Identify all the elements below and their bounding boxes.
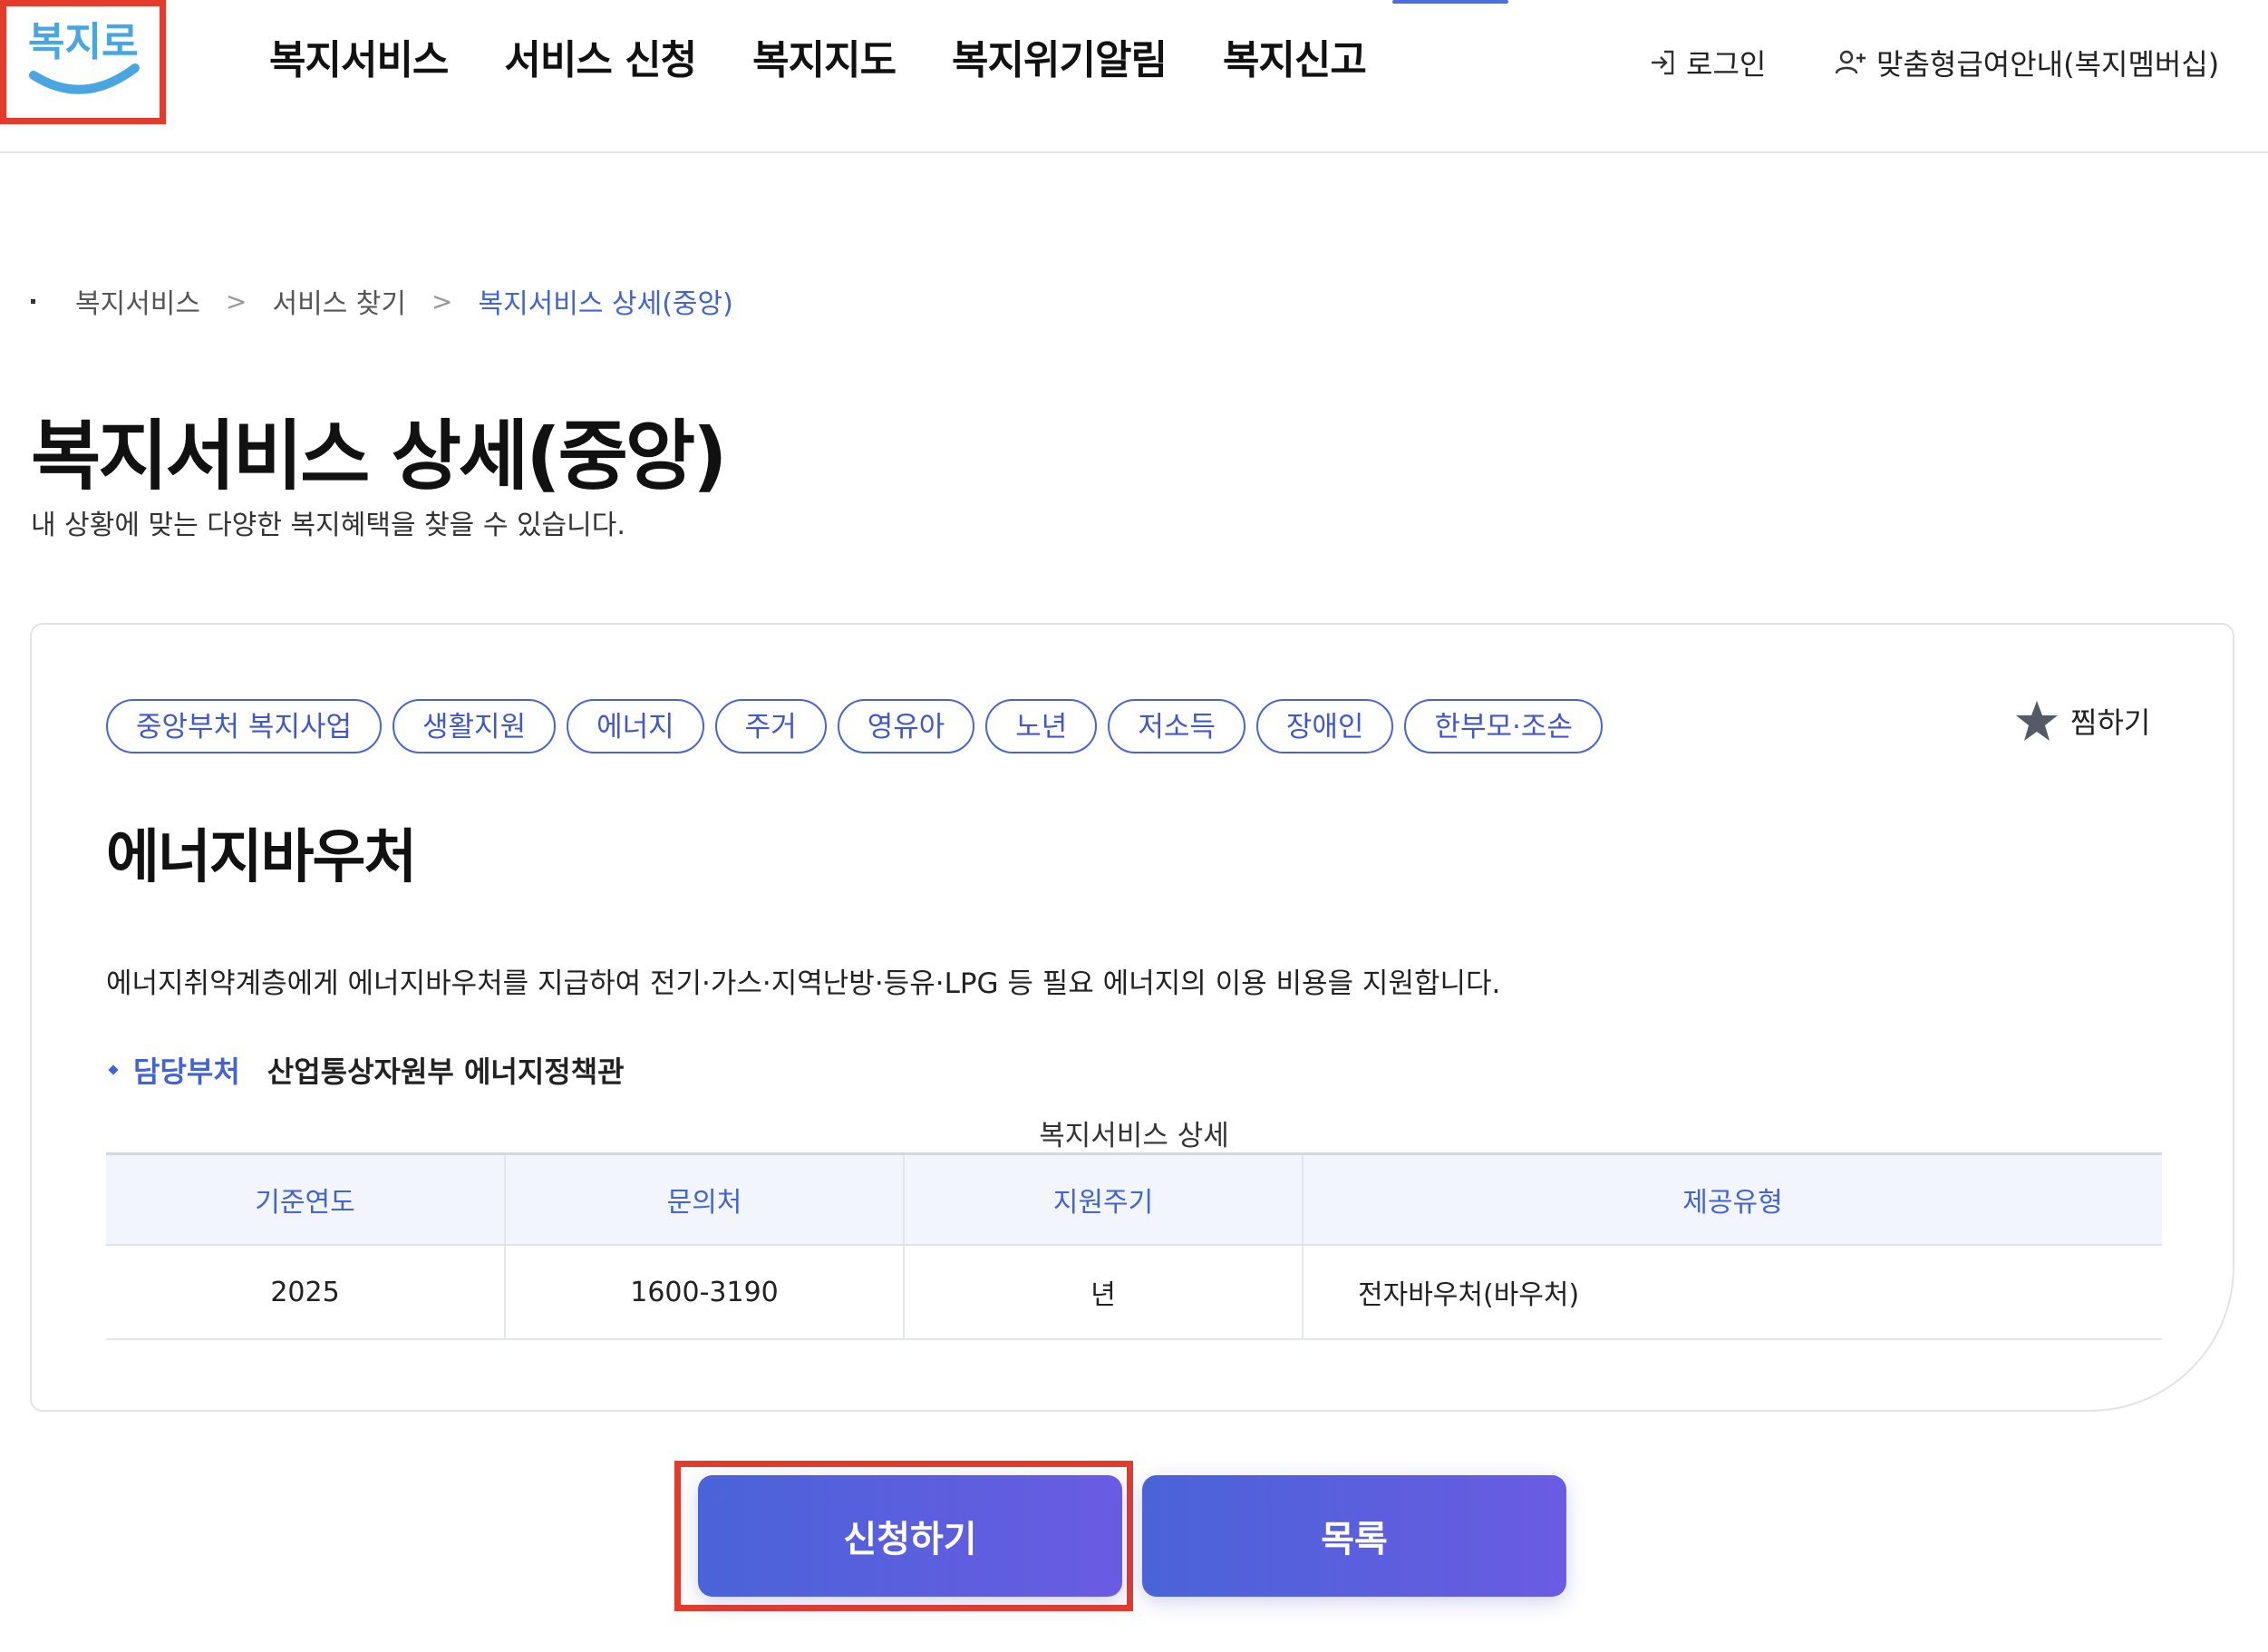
nav-service-apply[interactable]: 서비스 신청 (504, 27, 697, 85)
header-base-year: 기준연도 (106, 1152, 506, 1246)
nav-welfare-map[interactable]: 복지지도 (752, 27, 897, 85)
service-title: 에너지바우처 (106, 824, 417, 891)
membership-link[interactable]: 맞춤형급여안내(복지멤버십) (1835, 42, 2219, 83)
login-icon (1652, 50, 1674, 75)
nav-welfare-service[interactable]: 복지서비스 (269, 27, 449, 85)
chevron-right-icon: > (226, 286, 247, 316)
login-label: 로그인 (1686, 47, 1767, 82)
tag-list: 중앙부처 복지사업 생활지원 에너지 주거 영유아 노년 저소득 장애인 한부모… (106, 699, 1614, 753)
department-value: 산업통상자원부 에너지정책관 (267, 1054, 625, 1089)
list-button[interactable]: 목록 (1142, 1475, 1566, 1597)
cell-provision-type: 전자바우처(바우처) (1303, 1245, 2162, 1340)
tag-single-parent[interactable]: 한부모·조손 (1404, 699, 1603, 753)
nav-accent-bar (1392, 0, 1508, 4)
login-link[interactable]: 로그인 (1648, 42, 1766, 83)
breadcrumb-item-current: 복지서비스 상세(중앙) (478, 288, 733, 320)
svg-text:복지로: 복지로 (28, 19, 138, 65)
table-caption: 복지서비스 상세 (1039, 1120, 1229, 1152)
table-row: 2025 1600-3190 년 전자바우처(바우처) (106, 1245, 2162, 1340)
department-label: 담당부처 (133, 1054, 240, 1089)
logo-link[interactable]: 복지로 (0, 0, 166, 124)
table-header-row: 기준연도 문의처 지원주기 제공유형 (106, 1152, 2162, 1246)
tag-central-ministry[interactable]: 중앙부처 복지사업 (106, 699, 383, 753)
membership-label: 맞춤형급여안내(복지멤버십) (1876, 47, 2220, 82)
breadcrumb: 복지서비스 > 서비스 찾기 > 복지서비스 상세(중앙) (31, 281, 733, 321)
cell-support-cycle: 년 (904, 1245, 1304, 1340)
page-description: 내 상황에 맞는 다양한 복지혜택을 찾을 수 있습니다. (31, 510, 625, 541)
header-provision-type: 제공유형 (1303, 1152, 2162, 1246)
cell-contact: 1600-3190 (505, 1245, 905, 1340)
star-icon (2016, 701, 2058, 741)
tag-living-support[interactable]: 생활지원 (393, 699, 557, 753)
user-add-icon (1835, 50, 1866, 74)
chevron-right-icon: > (431, 286, 453, 316)
main-nav: 복지서비스 서비스 신청 복지지도 복지위기알림 복지신고 (269, 27, 1422, 85)
tag-elderly[interactable]: 노년 (985, 699, 1098, 753)
favorite-button[interactable]: 찜하기 (2014, 699, 2150, 743)
site-header: 복지로 복지서비스 서비스 신청 복지지도 복지위기알림 복지신고 로그인 맞춤… (0, 0, 2268, 153)
nav-crisis-alert[interactable]: 복지위기알림 (952, 27, 1168, 85)
tag-housing[interactable]: 주거 (714, 699, 827, 753)
diamond-bullet-icon (108, 1064, 119, 1075)
breadcrumb-item-search[interactable]: 서비스 찾기 (272, 281, 406, 321)
tag-energy[interactable]: 에너지 (567, 699, 704, 753)
tag-low-income[interactable]: 저소득 (1108, 699, 1245, 753)
breadcrumb-item-welfare[interactable]: 복지서비스 (75, 281, 200, 321)
service-detail-table: 기준연도 문의처 지원주기 제공유형 2025 1600-3190 년 전자바우… (106, 1152, 2162, 1340)
department-row: 담당부처 산업통상자원부 에너지정책관 (106, 1049, 625, 1091)
cell-base-year: 2025 (106, 1245, 506, 1340)
bokjiro-logo: 복지로 (28, 19, 140, 94)
favorite-label: 찜하기 (2070, 705, 2151, 740)
header-support-cycle: 지원주기 (904, 1152, 1304, 1246)
apply-button[interactable]: 신청하기 (698, 1475, 1122, 1597)
tag-infant[interactable]: 영유아 (837, 699, 975, 753)
service-description: 에너지취약계층에게 에너지바우처를 지급하여 전기·가스·지역난방·등유·LPG… (106, 967, 1501, 1000)
header-contact: 문의처 (505, 1152, 905, 1246)
nav-welfare-report[interactable]: 복지신고 (1223, 27, 1367, 85)
page-title: 복지서비스 상세(중앙) (31, 412, 728, 500)
breadcrumb-bullet (31, 298, 35, 304)
service-detail-card: 중앙부처 복지사업 생활지원 에너지 주거 영유아 노년 저소득 장애인 한부모… (30, 623, 2234, 1412)
tag-disabled[interactable]: 장애인 (1255, 699, 1394, 753)
